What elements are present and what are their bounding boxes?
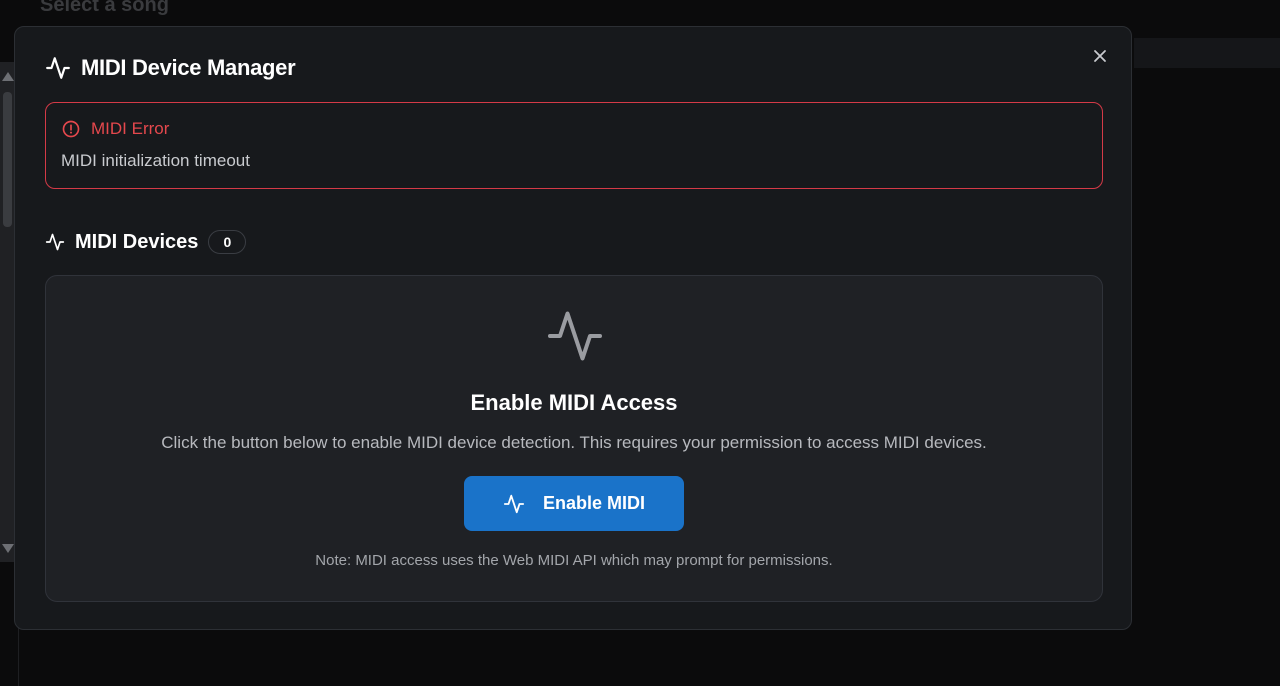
scroll-up-arrow-icon[interactable] xyxy=(2,72,14,81)
error-message: MIDI initialization timeout xyxy=(61,151,250,170)
device-count-badge: 0 xyxy=(208,230,247,254)
enable-midi-label: Enable MIDI xyxy=(542,493,645,513)
midi-device-manager-dialog: MIDI Device Manager MIDI Error MIDI init… xyxy=(14,26,1132,630)
scroll-down-arrow-icon[interactable] xyxy=(2,544,14,553)
error-title: MIDI Error xyxy=(91,119,170,138)
error-alert: MIDI Error MIDI initialization timeout xyxy=(45,102,1103,189)
scrollbar[interactable] xyxy=(0,62,15,562)
header-strip xyxy=(1134,38,1280,68)
close-icon[interactable] xyxy=(1089,45,1111,67)
activity-icon xyxy=(46,57,70,79)
empty-state-title: Enable MIDI Access xyxy=(470,390,678,415)
activity-icon xyxy=(45,233,65,251)
activity-icon xyxy=(503,494,525,513)
error-header: MIDI Error xyxy=(61,119,169,139)
enable-midi-button[interactable]: Enable MIDI xyxy=(464,476,684,531)
empty-state-panel: Enable MIDI Access Click the button belo… xyxy=(45,275,1103,602)
empty-state-description: Click the button below to enable MIDI de… xyxy=(161,433,987,452)
empty-state-icon-wrap xyxy=(545,306,605,366)
close-button[interactable] xyxy=(1089,45,1111,67)
page-title: Select a song xyxy=(40,0,169,16)
devices-section-header: MIDI Devices 0 xyxy=(45,230,247,254)
devices-title: MIDI Devices xyxy=(75,230,199,253)
activity-icon xyxy=(548,311,602,361)
permission-note: Note: MIDI access uses the Web MIDI API … xyxy=(315,552,833,569)
dialog-title: MIDI Device Manager xyxy=(81,55,296,80)
scroll-thumb[interactable] xyxy=(3,92,12,227)
dialog-header: MIDI Device Manager xyxy=(45,55,296,81)
alert-circle-icon xyxy=(62,120,80,138)
